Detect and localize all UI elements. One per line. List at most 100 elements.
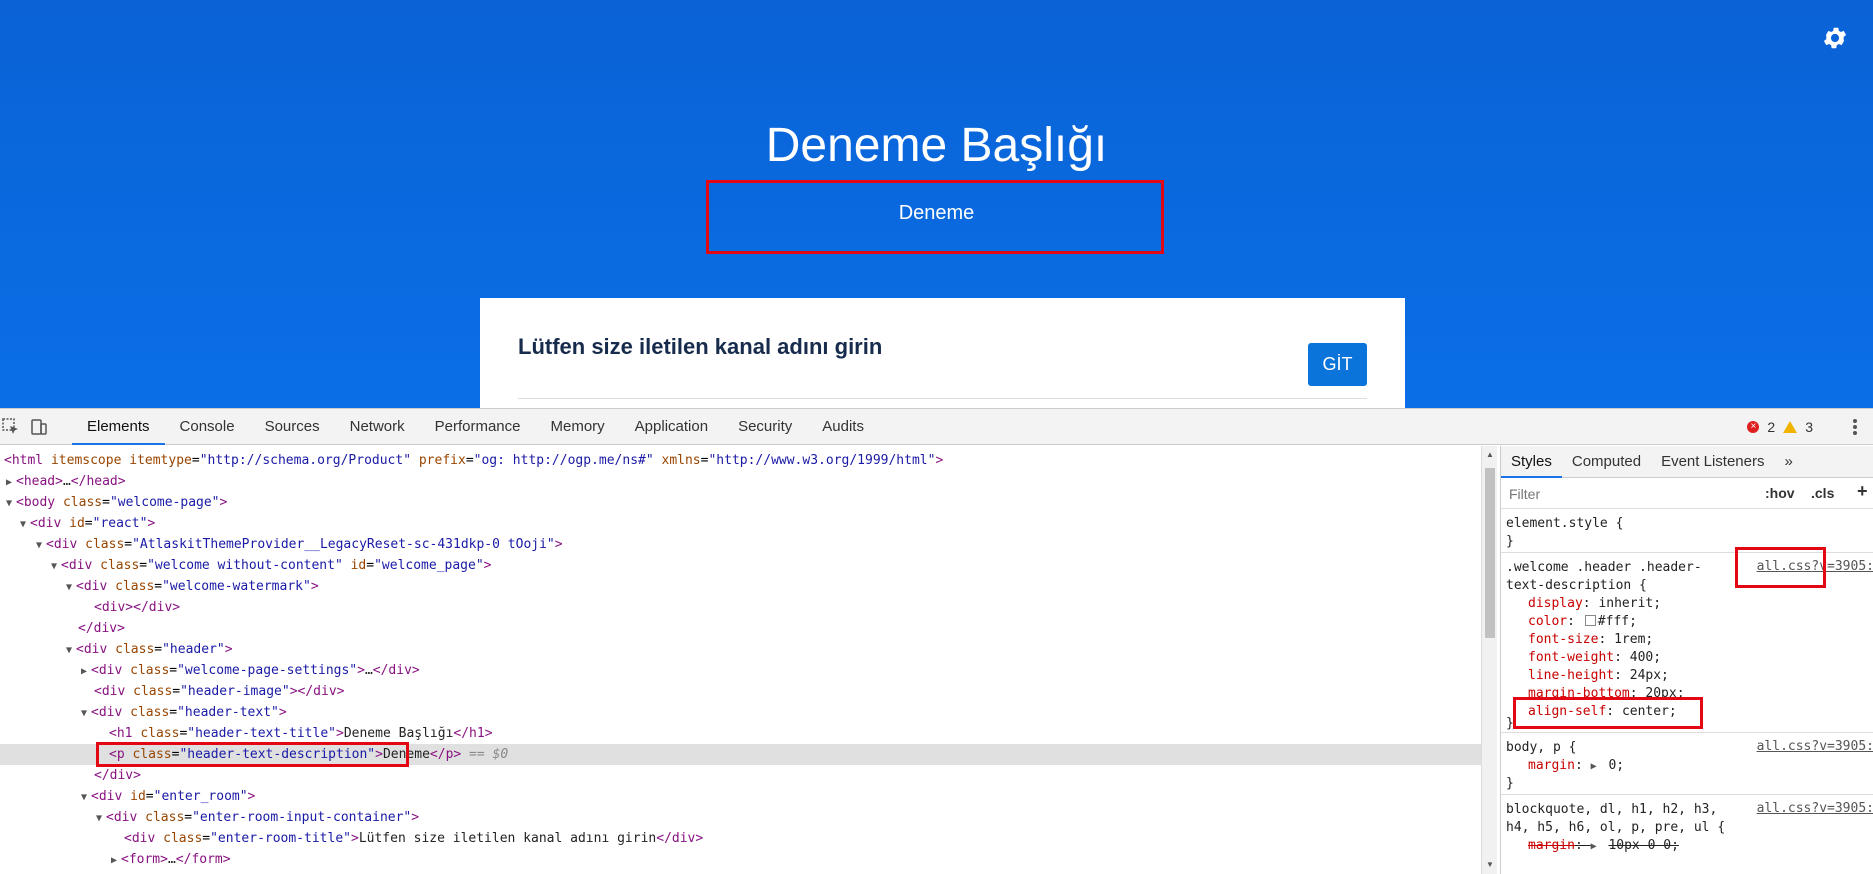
elements-tree: <html itemscope itemtype="http://schema.… — [0, 446, 1481, 874]
highlight-box-align-self — [1513, 697, 1703, 729]
dom-node-settings[interactable]: ▶ <div class="welcome-page-settings">…</d… — [0, 660, 1481, 681]
dom-node-html[interactable]: <html itemscope itemtype="http://schema.… — [0, 450, 1481, 471]
cls-button[interactable]: .cls — [1811, 485, 1834, 501]
tab-styles[interactable]: Styles — [1501, 446, 1562, 478]
tab-elements[interactable]: Elements — [72, 409, 165, 445]
rule-source-link[interactable]: all.css?v=3905: — [1757, 739, 1873, 754]
dom-node-head[interactable]: ▶ <head>…</head> — [0, 471, 1481, 492]
css-rule-body-p: body, p { all.css?v=3905: margin: ▶ 0; } — [1501, 733, 1873, 795]
tab-network[interactable]: Network — [335, 409, 420, 445]
styles-filter-input[interactable] — [1509, 483, 1749, 505]
css-declaration[interactable]: font-size: 1rem; — [1528, 631, 1653, 649]
element-style-selector[interactable]: element.style { — [1506, 515, 1623, 533]
collapsed-arrow-icon[interactable]: ▶ — [111, 850, 121, 871]
css-declaration[interactable]: color: #fff; — [1528, 613, 1637, 631]
tab-event-listeners[interactable]: Event Listeners — [1651, 446, 1774, 478]
dom-node-theme-provider[interactable]: ▼ <div class="AtlaskitThemeProvider__Lega… — [0, 534, 1481, 555]
warning-icon — [1783, 421, 1798, 433]
tab-sources[interactable]: Sources — [250, 409, 335, 445]
rule-selector: .welcome .header .header- — [1506, 560, 1702, 575]
css-declaration[interactable]: line-height: 24px; — [1528, 667, 1669, 685]
webpage-viewport: Deneme Başlığı Deneme Lütfen size iletil… — [0, 0, 1873, 408]
tab-application[interactable]: Application — [620, 409, 723, 445]
expanded-arrow-icon[interactable]: ▼ — [66, 577, 76, 598]
room-input-underline — [518, 398, 1367, 399]
elements-scrollbar[interactable]: ▲ ▼ — [1481, 446, 1497, 874]
rule-selector: body, p { — [1506, 740, 1577, 755]
color-swatch-icon[interactable] — [1584, 615, 1596, 626]
inspect-element-icon[interactable] — [2, 418, 20, 436]
css-declaration-overridden[interactable]: margin: ▶ 10px 0 0; — [1528, 837, 1679, 855]
dom-node-h1[interactable]: <h1 class="header-text-title">Deneme Baş… — [0, 723, 1481, 744]
css-declaration[interactable]: display: inherit; — [1528, 595, 1661, 613]
rule-selector: h4, h5, h6, ol, p, pre, ul { — [1506, 820, 1726, 835]
highlight-box-source — [1735, 547, 1826, 588]
dom-node-welcome[interactable]: ▼ <div class="welcome without-content" id… — [0, 555, 1481, 576]
error-count: 2 — [1767, 419, 1776, 435]
page-title: Deneme Başlığı — [765, 119, 1108, 172]
more-options-icon[interactable] — [1853, 417, 1857, 437]
dom-node-watermark[interactable]: ▼ <div class="welcome-watermark"> — [0, 576, 1481, 597]
dom-node-close-div-2[interactable]: </div> — [0, 765, 1481, 786]
devtools-tabs: Elements Console Sources Network Perform… — [72, 409, 879, 445]
rule-source-link[interactable]: all.css?v=3905: — [1757, 801, 1873, 816]
dom-node-empty-div[interactable]: <div></div> — [0, 597, 1481, 618]
expanded-arrow-icon[interactable]: ▼ — [20, 514, 30, 535]
dom-node-close-div[interactable]: </div> — [0, 618, 1481, 639]
expanded-arrow-icon[interactable]: ▼ — [6, 493, 16, 514]
gear-icon[interactable] — [1821, 24, 1849, 52]
collapsed-arrow-icon[interactable]: ▶ — [81, 661, 91, 682]
expanded-arrow-icon[interactable]: ▼ — [81, 703, 91, 724]
expanded-arrow-icon[interactable]: ▼ — [36, 535, 46, 556]
dom-node-react[interactable]: ▼ <div id="react"> — [0, 513, 1481, 534]
dom-node-input-container[interactable]: ▼ <div class="enter-room-input-container"… — [0, 807, 1481, 828]
warning-count: 3 — [1805, 419, 1813, 435]
tab-audits[interactable]: Audits — [807, 409, 879, 445]
dom-node-room-title[interactable]: <div class="enter-room-title">Lütfen siz… — [0, 828, 1481, 849]
scroll-up-icon[interactable]: ▲ — [1486, 450, 1494, 459]
device-toolbar-icon[interactable] — [30, 418, 48, 436]
tab-console[interactable]: Console — [165, 409, 250, 445]
tab-security[interactable]: Security — [723, 409, 807, 445]
rule-close: } — [1506, 776, 1514, 791]
expand-arrow-icon[interactable]: ▶ — [1591, 758, 1601, 776]
css-declaration[interactable]: margin: ▶ 0; — [1528, 757, 1624, 775]
dom-node-header[interactable]: ▼ <div class="header"> — [0, 639, 1481, 660]
rule-selector: text-description { — [1506, 578, 1647, 593]
error-icon: × — [1747, 421, 1760, 433]
tab-memory[interactable]: Memory — [536, 409, 620, 445]
expanded-arrow-icon[interactable]: ▼ — [96, 808, 106, 829]
enter-room-card: Lütfen size iletilen kanal adını girin G… — [480, 298, 1405, 408]
collapsed-arrow-icon[interactable]: ▶ — [6, 472, 16, 493]
expand-arrow-icon[interactable]: ▶ — [1591, 838, 1601, 856]
dom-node-body[interactable]: ▼ <body class="welcome-page"> — [0, 492, 1481, 513]
styles-tabs: Styles Computed Event Listeners » — [1501, 446, 1873, 478]
dom-node-form[interactable]: ▶ <form>…</form> — [0, 849, 1481, 870]
hov-button[interactable]: :hov — [1765, 485, 1795, 501]
element-style-close: } — [1506, 534, 1514, 549]
scrollbar-thumb[interactable] — [1485, 468, 1495, 638]
scroll-down-icon[interactable]: ▼ — [1486, 860, 1494, 869]
styles-filter-row: :hov .cls + — [1501, 479, 1873, 509]
tab-performance[interactable]: Performance — [420, 409, 536, 445]
rule-selector: blockquote, dl, h1, h2, h3, — [1506, 802, 1718, 817]
tab-computed[interactable]: Computed — [1562, 446, 1651, 478]
devtools-panel: Elements Console Sources Network Perform… — [0, 408, 1873, 874]
issue-counts[interactable]: × 2 3 — [1747, 409, 1813, 445]
dom-node-header-image[interactable]: <div class="header-image"></div> — [0, 681, 1481, 702]
expanded-arrow-icon[interactable]: ▼ — [51, 556, 61, 577]
highlight-box-description — [706, 180, 1164, 254]
dom-node-enter-room[interactable]: ▼ <div id="enter_room"> — [0, 786, 1481, 807]
devtools-toolbar: Elements Console Sources Network Perform… — [0, 409, 1873, 445]
highlight-box-p-node — [96, 742, 409, 767]
enter-room-title: Lütfen size iletilen kanal adını girin — [518, 334, 883, 359]
styles-pane: Styles Computed Event Listeners » :hov .… — [1500, 446, 1873, 874]
add-rule-icon[interactable]: + — [1857, 481, 1868, 502]
expanded-arrow-icon[interactable]: ▼ — [66, 640, 76, 661]
more-tabs-icon[interactable]: » — [1774, 446, 1802, 478]
go-button[interactable]: GİT — [1308, 343, 1367, 386]
expanded-arrow-icon[interactable]: ▼ — [81, 787, 91, 808]
css-rule-blockquote: blockquote, dl, h1, h2, h3, h4, h5, h6, … — [1501, 795, 1873, 874]
dom-node-header-text[interactable]: ▼ <div class="header-text"> — [0, 702, 1481, 723]
css-declaration[interactable]: font-weight: 400; — [1528, 649, 1661, 667]
